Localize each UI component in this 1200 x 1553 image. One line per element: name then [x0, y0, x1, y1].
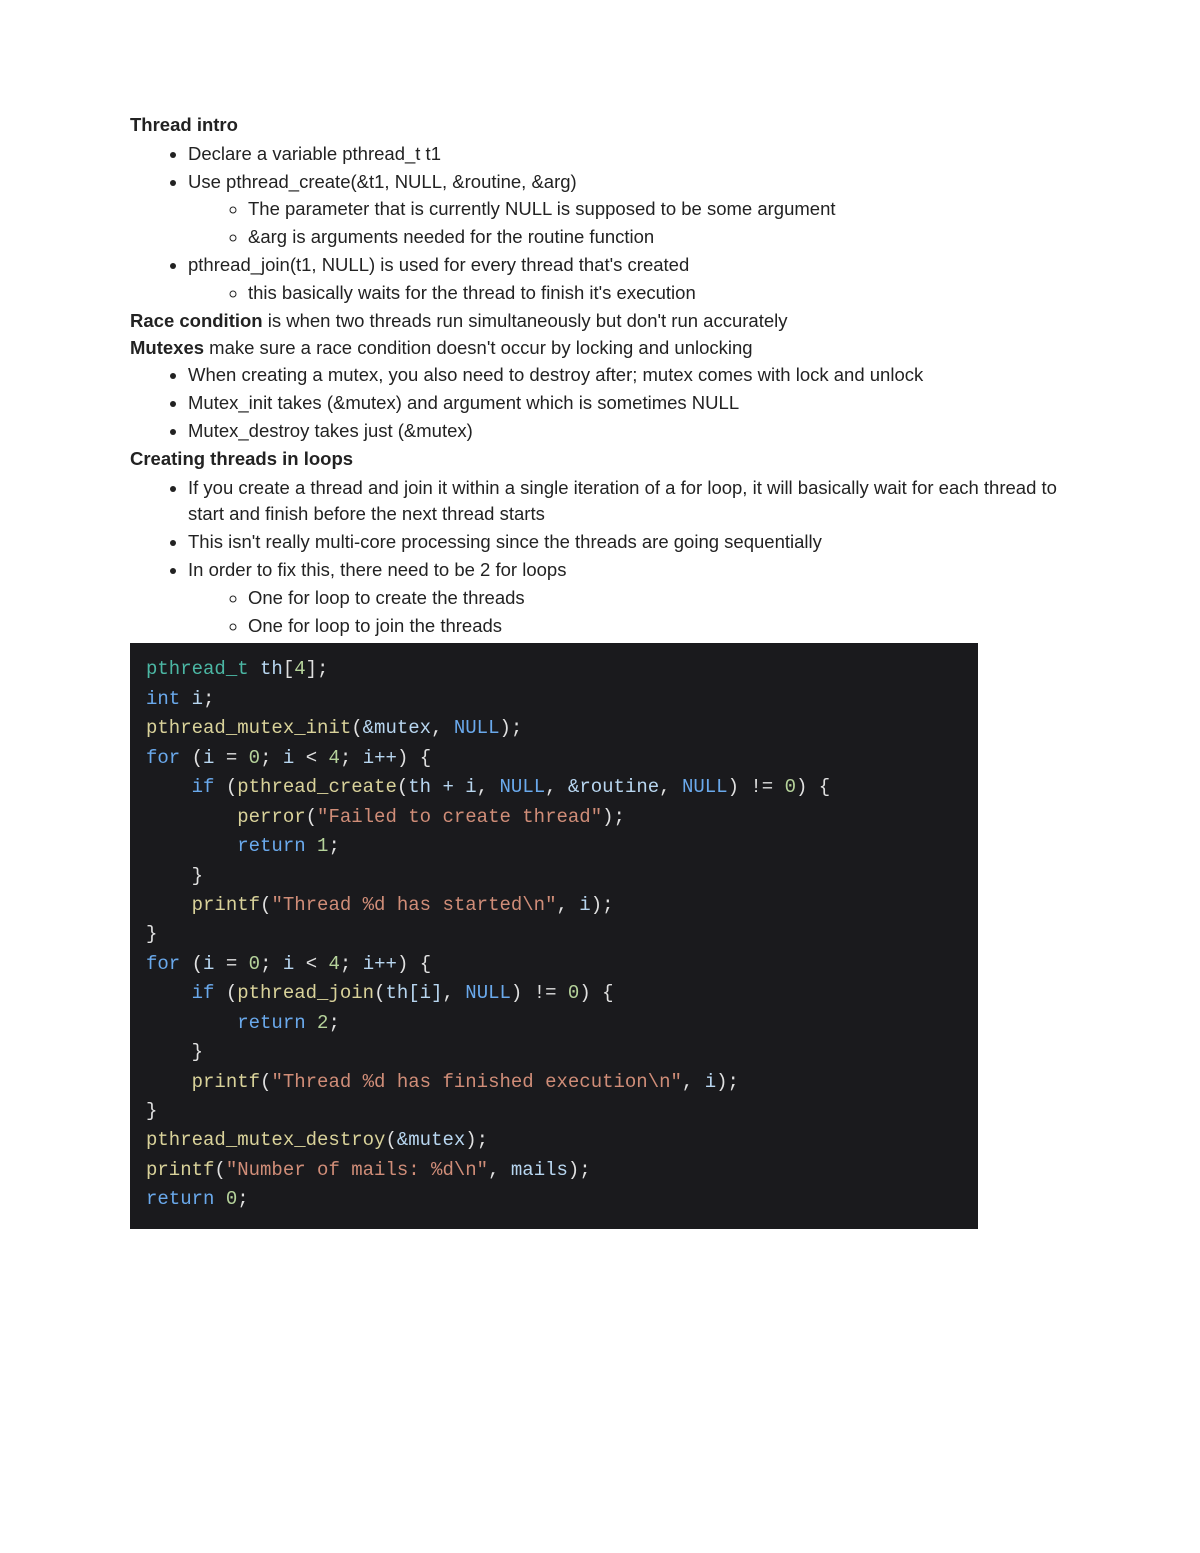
list-item: Mutex_destroy takes just (&mutex) [188, 418, 1070, 445]
code-token: printf [192, 894, 260, 916]
code-token: pthread_mutex_init [146, 717, 351, 739]
sublist: this basically waits for the thread to f… [188, 280, 1070, 307]
code-token: th + i [408, 776, 476, 798]
code-token: 0 [568, 982, 579, 1004]
text: is when two threads run simultaneously b… [263, 310, 788, 331]
list-item-text: pthread_join(t1, NULL) is used for every… [188, 254, 689, 275]
code-token: NULL [500, 776, 546, 798]
code-token: pthread_t [146, 658, 249, 680]
heading-thread-intro: Thread intro [130, 112, 1070, 139]
code-token: NULL [454, 717, 500, 739]
para-race-condition: Race condition is when two threads run s… [130, 308, 1070, 335]
list-item: this basically waits for the thread to f… [248, 280, 1070, 307]
code-token: for [146, 747, 180, 769]
code-token: perror [237, 806, 305, 828]
code-snippet: pthread_t th[4]; int i; pthread_mutex_in… [130, 643, 978, 1228]
list-item: One for loop to join the threads [248, 613, 1070, 640]
code-token: th[i] [385, 982, 442, 1004]
code-token: i [192, 688, 203, 710]
sublist: The parameter that is currently NULL is … [188, 196, 1070, 251]
para-mutexes: Mutexes make sure a race condition doesn… [130, 335, 1070, 362]
code-token: &routine [568, 776, 659, 798]
code-token: i [705, 1071, 716, 1093]
code-token: if [192, 982, 215, 1004]
list-item: pthread_join(t1, NULL) is used for every… [188, 252, 1070, 307]
code-token: pthread_create [237, 776, 397, 798]
sublist: One for loop to create the threads One f… [188, 585, 1070, 640]
code-token: 0 [249, 953, 260, 975]
code-token: NULL [682, 776, 728, 798]
code-token: "Number of mails: %d\n" [226, 1159, 488, 1181]
code-token: &mutex [363, 717, 431, 739]
list-item: One for loop to create the threads [248, 585, 1070, 612]
list-item: Declare a variable pthread_t t1 [188, 141, 1070, 168]
code-token: "Thread %d has started\n" [271, 894, 556, 916]
list-item: When creating a mutex, you also need to … [188, 362, 1070, 389]
list-item: In order to fix this, there need to be 2… [188, 557, 1070, 639]
list-item-text: In order to fix this, there need to be 2… [188, 559, 566, 580]
code-token: "Thread %d has finished execution\n" [271, 1071, 681, 1093]
code-token: for [146, 953, 180, 975]
list-loops: If you create a thread and join it withi… [130, 475, 1070, 640]
code-token: 2 [317, 1012, 328, 1034]
list-item-text: Use pthread_create(&t1, NULL, &routine, … [188, 171, 577, 192]
list-item: This isn't really multi-core processing … [188, 529, 1070, 556]
code-token: int [146, 688, 180, 710]
code-token: printf [146, 1159, 214, 1181]
list-mutexes: When creating a mutex, you also need to … [130, 362, 1070, 444]
code-token: 1 [317, 835, 328, 857]
text: make sure a race condition doesn't occur… [204, 337, 753, 358]
document-page: Thread intro Declare a variable pthread_… [0, 0, 1200, 1229]
term-race-condition: Race condition [130, 310, 263, 331]
code-token: 4 [329, 953, 340, 975]
code-token: 0 [785, 776, 796, 798]
list-item: &arg is arguments needed for the routine… [248, 224, 1070, 251]
heading-loops: Creating threads in loops [130, 446, 1070, 473]
code-token: i [579, 894, 590, 916]
list-item: Mutex_init takes (&mutex) and argument w… [188, 390, 1070, 417]
code-token: i [203, 747, 214, 769]
term-mutexes: Mutexes [130, 337, 204, 358]
code-token: 0 [249, 747, 260, 769]
code-token: return [146, 1188, 214, 1210]
code-token: "Failed to create thread" [317, 806, 602, 828]
code-token: 4 [329, 747, 340, 769]
code-token: i++ [363, 953, 397, 975]
code-token: NULL [465, 982, 511, 1004]
list-thread-intro: Declare a variable pthread_t t1 Use pthr… [130, 141, 1070, 307]
list-item: If you create a thread and join it withi… [188, 475, 1070, 529]
code-token: 4 [294, 658, 305, 680]
code-token: i++ [363, 747, 397, 769]
list-item: Use pthread_create(&t1, NULL, &routine, … [188, 169, 1070, 251]
code-token: 0 [226, 1188, 237, 1210]
code-token: return [237, 1012, 305, 1034]
code-token: th [260, 658, 283, 680]
code-token: pthread_mutex_destroy [146, 1129, 385, 1151]
code-token: mails [511, 1159, 568, 1181]
code-token: &mutex [397, 1129, 465, 1151]
code-token: printf [192, 1071, 260, 1093]
code-token: if [192, 776, 215, 798]
code-token: return [237, 835, 305, 857]
list-item: The parameter that is currently NULL is … [248, 196, 1070, 223]
code-token: i [203, 953, 214, 975]
code-token: pthread_join [237, 982, 374, 1004]
